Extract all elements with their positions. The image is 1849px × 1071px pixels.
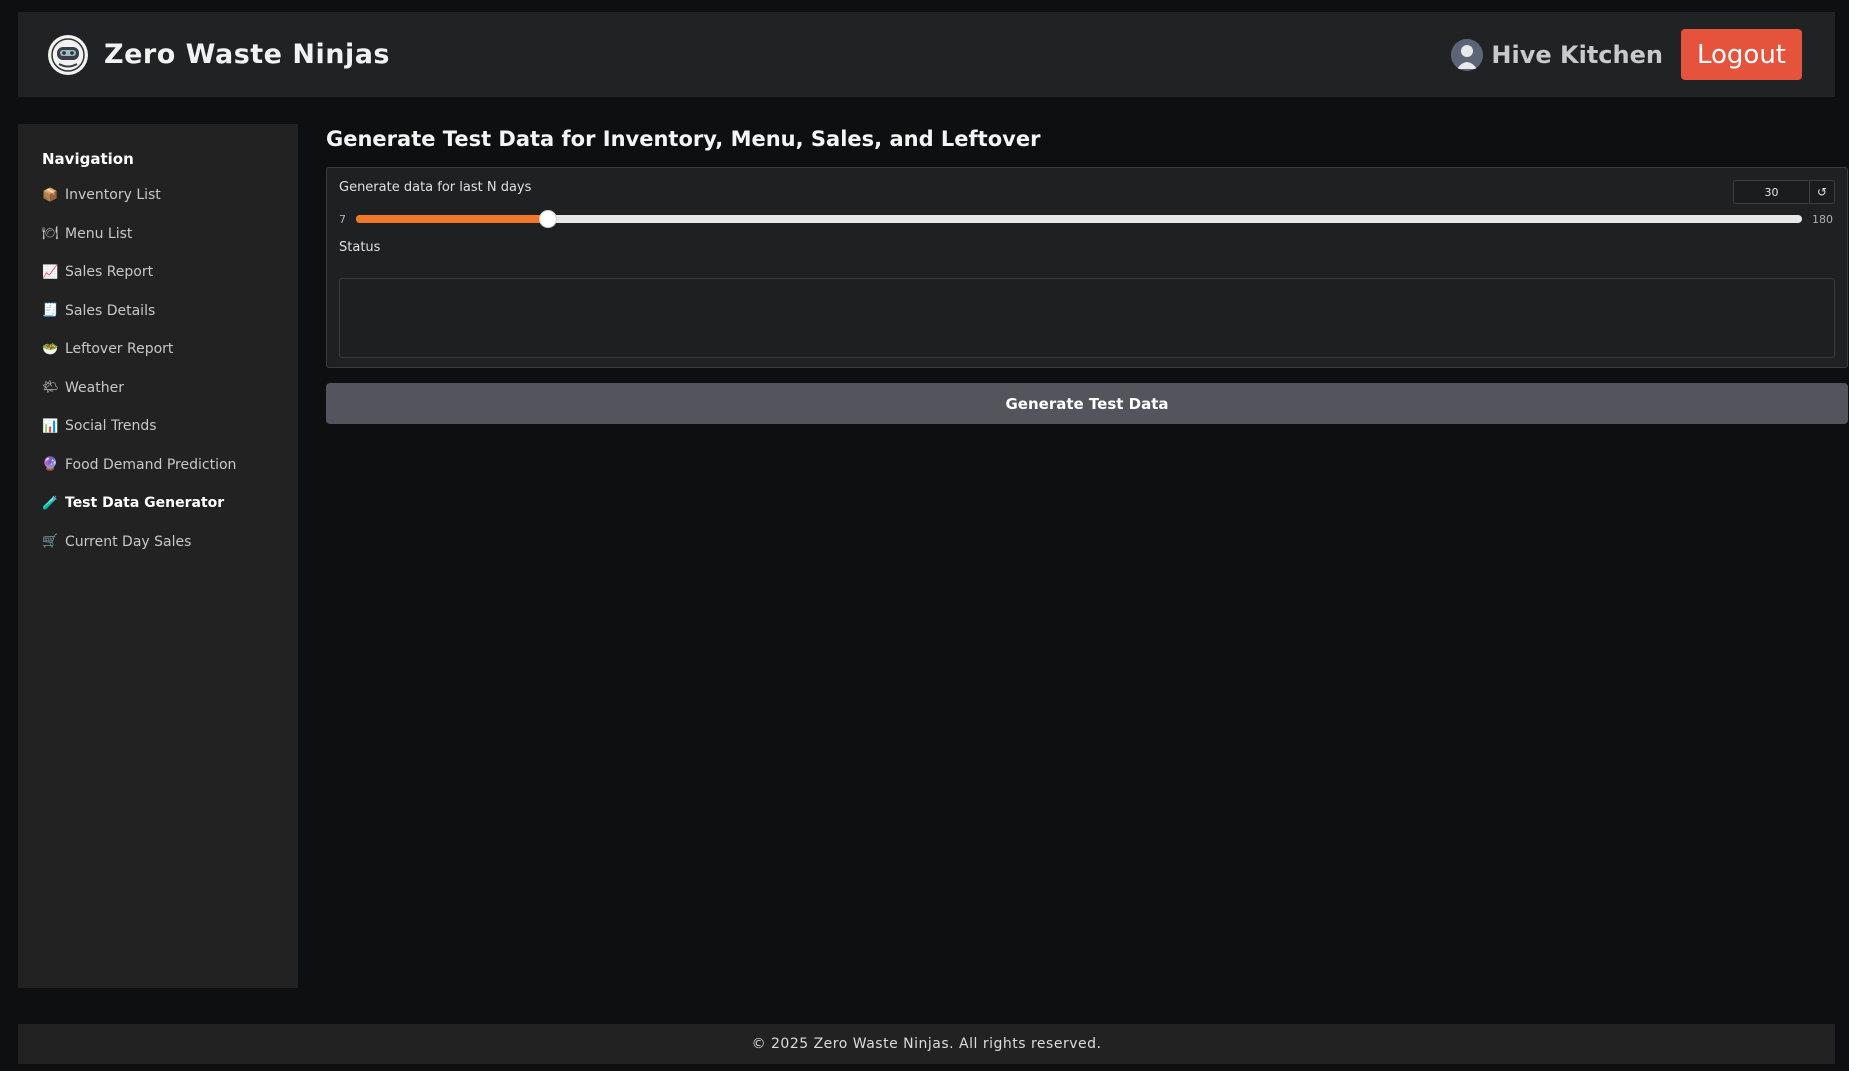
days-input[interactable]: [1734, 181, 1810, 203]
user-area: Hive Kitchen Logout: [1451, 29, 1802, 80]
sidebar-item-label: Leftover Report: [65, 341, 174, 358]
slider-min-label: 7: [339, 212, 346, 226]
footer-copyright: © 2025 Zero Waste Ninjas. All rights res…: [751, 1036, 1102, 1052]
generate-test-data-button[interactable]: Generate Test Data: [326, 383, 1848, 424]
app-title: Zero Waste Ninjas: [104, 39, 391, 70]
receipt-icon: 🧾: [42, 303, 59, 319]
sidebar-item-label: Menu List: [65, 225, 133, 242]
sidebar-item-label: Food Demand Prediction: [65, 456, 237, 473]
days-slider-label: Generate data for last N days: [339, 180, 532, 195]
footer: © 2025 Zero Waste Ninjas. All rights res…: [18, 1024, 1835, 1064]
sidebar-item-weather[interactable]: 🌤 Weather: [42, 369, 274, 408]
app-header: Zero Waste Ninjas Hive Kitchen Logout: [18, 12, 1835, 97]
sidebar-item-label: Inventory List: [65, 187, 161, 204]
logout-button[interactable]: Logout: [1680, 29, 1802, 80]
sidebar-item-label: Test Data Generator: [65, 495, 225, 512]
slider-fill: [356, 215, 549, 223]
sidebar-item-sales-report[interactable]: 📈 Sales Report: [42, 253, 274, 292]
generator-panel: Generate data for last N days ↺ 7 180 St…: [326, 167, 1848, 368]
nav-heading: Navigation: [42, 150, 134, 168]
sidebar: Navigation 📦 Inventory List 🍽 Menu List 📈 Sal…: [18, 124, 298, 988]
cart-icon: 🛒: [42, 534, 59, 550]
page-title: Generate Test Data for Inventory, Menu, …: [326, 127, 1041, 151]
user-name: Hive Kitchen: [1491, 40, 1663, 69]
crystal-ball-icon: 🔮: [42, 457, 59, 473]
status-output[interactable]: [339, 278, 1835, 358]
sidebar-item-food-demand-prediction[interactable]: 🔮 Food Demand Prediction: [42, 446, 274, 485]
sidebar-item-label: Social Trends: [65, 418, 157, 435]
status-label: Status: [339, 240, 381, 255]
days-slider: 7 180: [339, 210, 1833, 228]
reset-icon[interactable]: ↺: [1810, 181, 1834, 203]
sidebar-item-menu-list[interactable]: 🍽 Menu List: [42, 215, 274, 254]
nav-list: 📦 Inventory List 🍽 Menu List 📈 Sales Report 🧾 S…: [42, 176, 274, 561]
ninja-logo-icon: [48, 34, 88, 75]
sun-cloud-icon: 🌤: [42, 380, 59, 396]
bar-chart-icon: 📊: [42, 418, 59, 434]
chart-up-icon: 📈: [42, 264, 59, 280]
slider-track[interactable]: [356, 210, 1802, 228]
sidebar-item-label: Sales Report: [65, 264, 154, 281]
sidebar-item-label: Weather: [65, 379, 124, 396]
sidebar-item-leftover-report[interactable]: 🥗 Leftover Report: [42, 330, 274, 369]
sidebar-item-current-day-sales[interactable]: 🛒 Current Day Sales: [42, 523, 274, 562]
package-icon: 📦: [42, 187, 59, 203]
sidebar-item-sales-details[interactable]: 🧾 Sales Details: [42, 292, 274, 331]
user-avatar-icon: [1451, 38, 1484, 71]
slider-thumb[interactable]: [539, 210, 558, 228]
slider-max-label: 180: [1812, 212, 1833, 226]
days-number-field: ↺: [1733, 180, 1835, 204]
user-profile: Hive Kitchen: [1451, 38, 1663, 71]
test-tube-icon: 🧪: [42, 495, 59, 511]
sidebar-item-test-data-generator[interactable]: 🧪 Test Data Generator: [42, 484, 274, 523]
main-content: Generate Test Data for Inventory, Menu, …: [326, 124, 1848, 424]
brand: Zero Waste Ninjas: [48, 34, 391, 75]
sidebar-item-social-trends[interactable]: 📊 Social Trends: [42, 407, 274, 446]
sidebar-item-inventory-list[interactable]: 📦 Inventory List: [42, 176, 274, 215]
plate-icon: 🍽: [42, 226, 59, 242]
sidebar-item-label: Current Day Sales: [65, 533, 192, 550]
bowl-icon: 🥗: [42, 341, 59, 357]
sidebar-item-label: Sales Details: [65, 302, 156, 319]
